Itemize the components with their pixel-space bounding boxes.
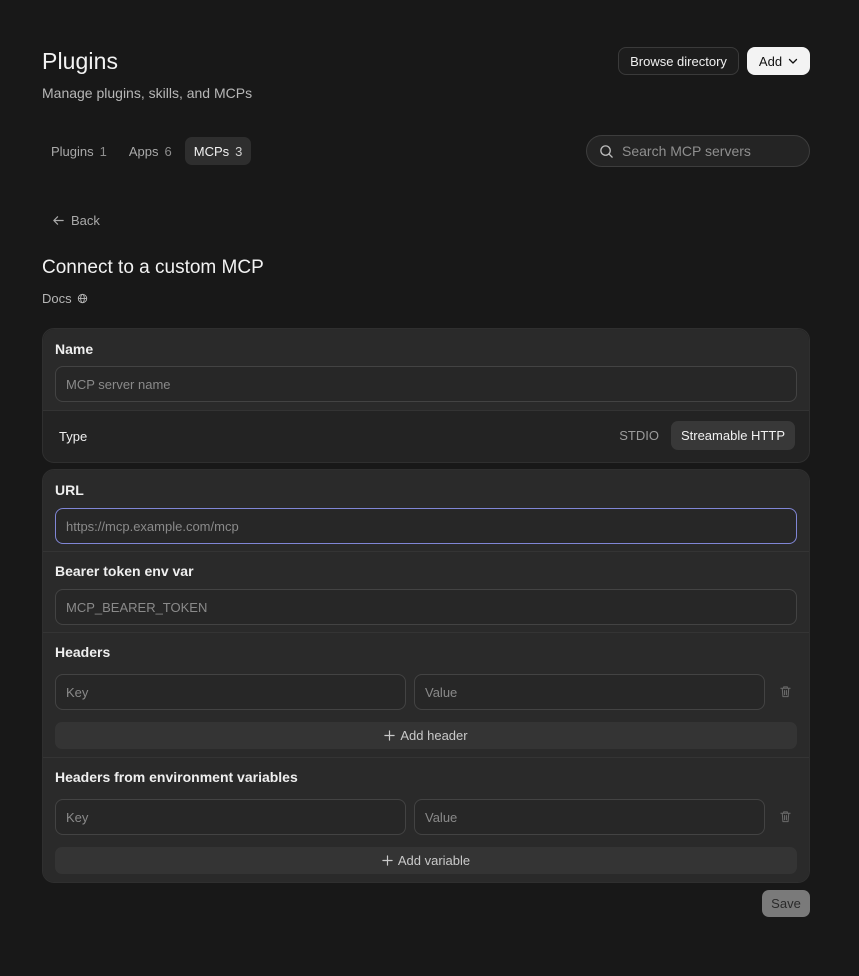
- browse-directory-button[interactable]: Browse directory: [618, 47, 739, 75]
- bearer-token-input[interactable]: [55, 589, 797, 625]
- add-variable-button[interactable]: Add variable: [55, 847, 797, 874]
- tab-mcps[interactable]: MCPs 3: [184, 137, 252, 165]
- type-option-streamable-http[interactable]: Streamable HTTP: [670, 421, 795, 450]
- search-box[interactable]: [586, 135, 810, 167]
- tab-count: 6: [164, 143, 172, 159]
- plus-icon: [384, 730, 396, 741]
- docs-link[interactable]: Docs: [42, 291, 88, 306]
- url-label: URL: [55, 482, 84, 498]
- arrow-left-icon: [53, 216, 64, 225]
- type-selector: STDIO Streamable HTTP: [609, 421, 795, 450]
- divider: [43, 551, 809, 552]
- add-button-label: Add: [758, 53, 783, 69]
- globe-icon: [77, 293, 87, 304]
- chevron-down-icon: [788, 58, 798, 64]
- tab-count: 1: [99, 143, 107, 159]
- server-basics-card: Name Type STDIO Streamable HTTP: [42, 328, 810, 463]
- headers-label: Headers: [55, 644, 111, 660]
- back-label: Back: [71, 213, 100, 228]
- header-value-input[interactable]: [414, 674, 765, 710]
- tab-bar: Plugins 1 Apps 6 MCPs 3: [42, 137, 252, 165]
- trash-icon[interactable]: [779, 685, 792, 698]
- tab-plugins[interactable]: Plugins 1: [42, 137, 116, 165]
- connection-card: URL Bearer token env var Headers Add hea…: [42, 469, 810, 883]
- tab-label: Apps: [128, 143, 159, 159]
- divider: [43, 757, 809, 758]
- env-value-input[interactable]: [414, 799, 765, 835]
- add-button[interactable]: Add: [747, 47, 810, 75]
- trash-icon[interactable]: [779, 810, 792, 823]
- tab-apps[interactable]: Apps 6: [120, 137, 181, 165]
- section-title: Connect to a custom MCP: [42, 257, 264, 278]
- add-header-button[interactable]: Add header: [55, 722, 797, 749]
- bearer-label: Bearer token env var: [55, 563, 194, 579]
- name-label: Name: [55, 341, 94, 357]
- page-title: Plugins: [42, 48, 119, 74]
- divider: [43, 632, 809, 633]
- search-input[interactable]: [622, 143, 792, 159]
- type-label: Type: [59, 429, 88, 444]
- name-input[interactable]: [55, 366, 797, 402]
- tab-label: Plugins: [51, 143, 94, 159]
- add-header-label: Add header: [400, 728, 468, 743]
- save-button[interactable]: Save: [762, 890, 810, 917]
- tab-count: 3: [235, 143, 243, 159]
- url-input[interactable]: [55, 508, 797, 544]
- type-option-stdio[interactable]: STDIO: [609, 421, 669, 450]
- env-headers-label: Headers from environment variables: [55, 769, 298, 785]
- env-key-input[interactable]: [55, 799, 406, 835]
- header-key-input[interactable]: [55, 674, 406, 710]
- tab-label: MCPs: [193, 143, 230, 159]
- plus-icon: [382, 855, 393, 866]
- add-variable-label: Add variable: [397, 853, 471, 868]
- page-subtitle: Manage plugins, skills, and MCPs: [42, 85, 253, 101]
- docs-label: Docs: [42, 291, 72, 306]
- back-link[interactable]: Back: [52, 213, 100, 228]
- search-icon: [600, 144, 613, 158]
